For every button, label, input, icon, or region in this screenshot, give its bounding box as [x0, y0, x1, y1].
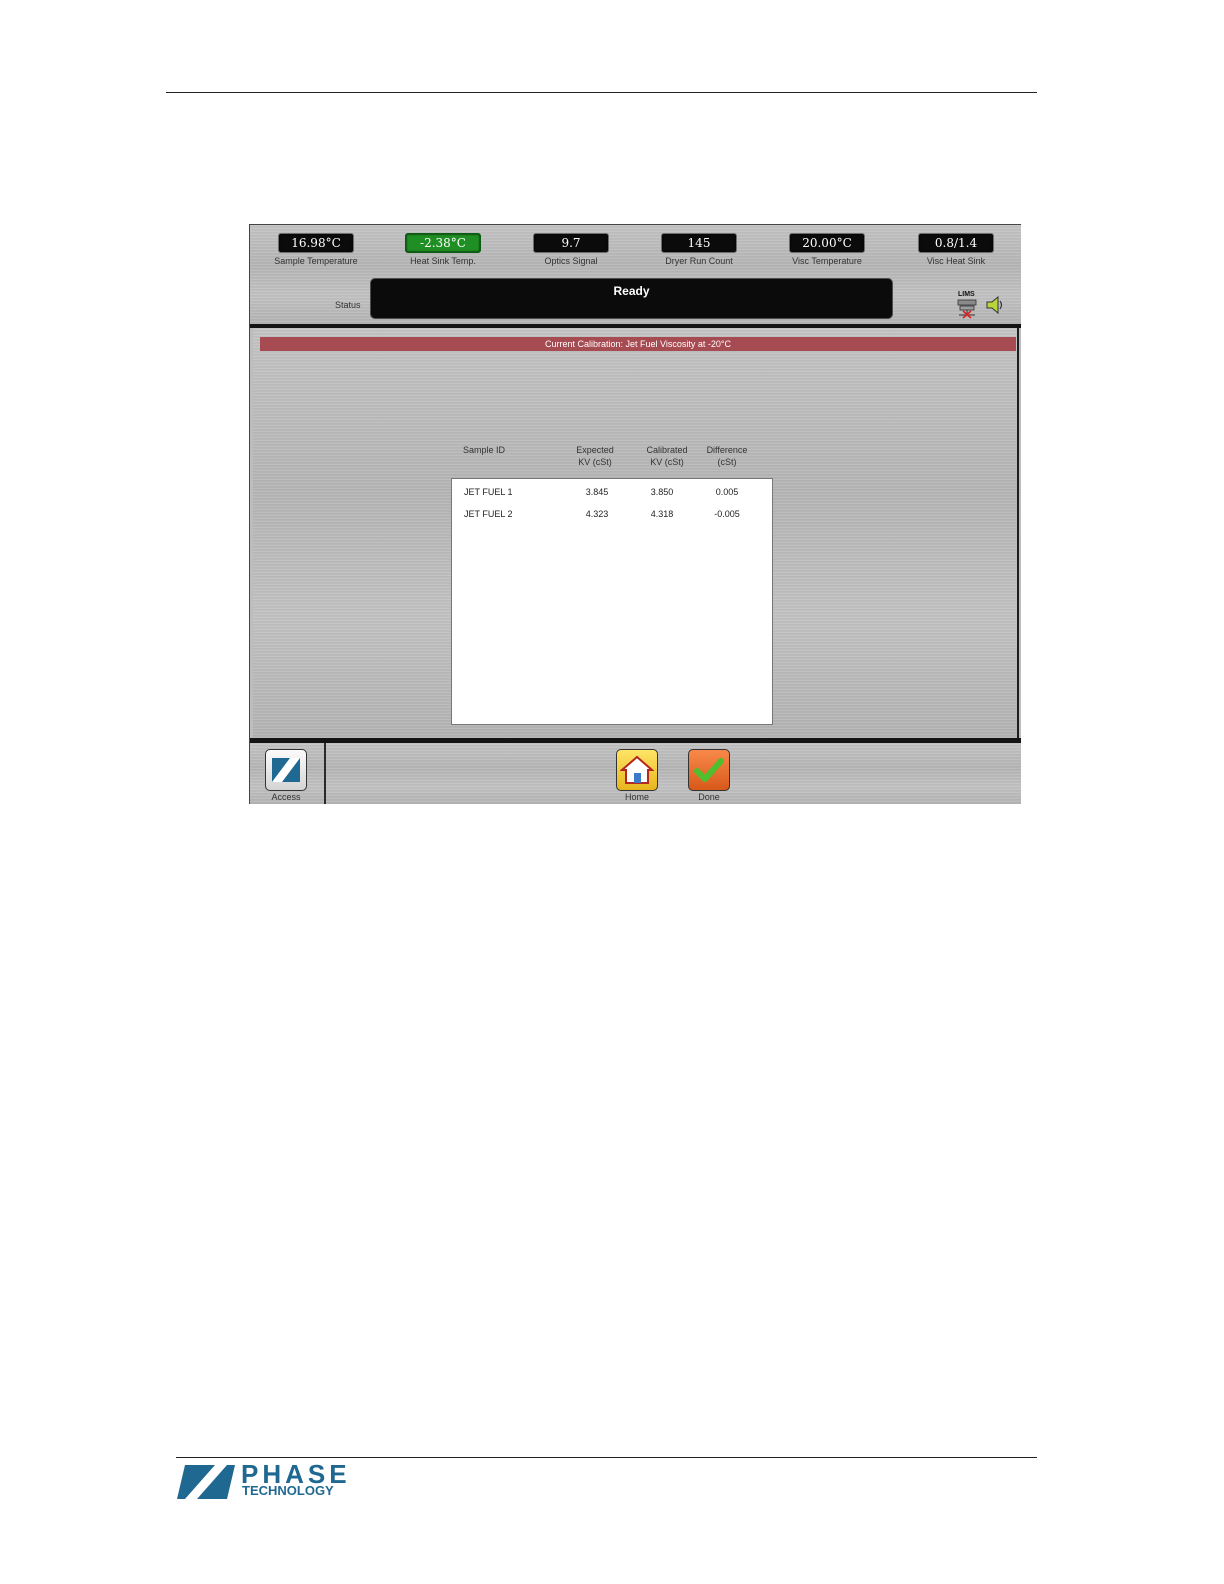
column-header-expected: Expected KV (cSt): [565, 444, 625, 468]
speaker-icon[interactable]: [984, 294, 1006, 316]
gauge-value: 16.98°C: [278, 233, 354, 253]
gauge-dryer-run-count: 145 Dryer Run Count: [649, 233, 749, 266]
header-sample-id-text: Sample ID: [463, 445, 506, 455]
column-header-difference: Difference (cSt): [697, 444, 757, 468]
gauge-label: Sample Temperature: [274, 256, 358, 266]
cell-difference: -0.005: [714, 509, 740, 519]
cell-difference: 0.005: [715, 487, 739, 497]
gauge-value: 20.00°C: [789, 233, 865, 253]
cell-expected: 3.845: [585, 487, 609, 497]
gauge-visc-heat-sink: 0.8/1.4 Visc Heat Sink: [906, 233, 1006, 266]
lims-disconnected-icon[interactable]: LIMS: [953, 291, 981, 319]
instrument-screen: 16.98°C Sample Temperature -2.38°C Heat …: [249, 224, 1021, 804]
footer-separator: [324, 743, 326, 804]
done-label: Done: [698, 792, 720, 802]
cell-expected: 4.323: [585, 509, 609, 519]
phase-technology-logo: PHASE TECHNOLOGY: [177, 1460, 357, 1503]
table-row[interactable]: JET FUEL 1 3.845 3.850 0.005: [452, 487, 772, 503]
access-button[interactable]: Access: [263, 749, 309, 802]
cell-sample-id: JET FUEL 2: [464, 509, 513, 519]
gauge-label: Optics Signal: [544, 256, 598, 266]
gauge-sample-temperature: 16.98°C Sample Temperature: [266, 233, 366, 266]
access-label: Access: [271, 792, 301, 802]
gauge-value: -2.38°C: [405, 233, 481, 253]
gauge-label: Heat Sink Temp.: [410, 256, 476, 266]
header-difference-line1: Difference: [706, 445, 748, 455]
status-label: Status: [335, 300, 361, 310]
gauge-visc-temperature: 20.00°C Visc Temperature: [777, 233, 877, 266]
table-row[interactable]: JET FUEL 2 4.323 4.318 -0.005: [452, 509, 772, 525]
home-button[interactable]: Home: [614, 749, 660, 802]
status-display: Ready: [370, 278, 893, 319]
header-difference-line2: (cSt): [717, 457, 737, 467]
page-header-rule: [166, 92, 1037, 93]
gauge-label: Visc Heat Sink: [926, 256, 986, 266]
done-button[interactable]: Done: [686, 749, 732, 802]
cell-calibrated: 4.318: [650, 509, 674, 519]
column-header-calibrated: Calibrated KV (cSt): [637, 444, 697, 468]
gauge-value: 145: [661, 233, 737, 253]
lims-label: LIMS: [958, 291, 975, 298]
header-calibrated-line1: Calibrated: [646, 445, 688, 455]
gauge-label: Visc Temperature: [792, 256, 862, 266]
phase-logo-mark-icon: [177, 1465, 235, 1499]
footer-toolbar: Access Home Done: [250, 743, 1021, 804]
checkmark-icon: [688, 749, 730, 791]
home-label: Home: [624, 792, 649, 802]
header-expected-line2: KV (cSt): [578, 457, 612, 467]
column-header-sample-id: Sample ID: [463, 444, 505, 456]
logo-technology-text: TECHNOLOGY: [242, 1483, 334, 1498]
home-icon: [616, 749, 658, 791]
access-logo-icon: [265, 749, 307, 791]
cell-calibrated: 3.850: [650, 487, 674, 497]
gauge-heat-sink-temp: -2.38°C Heat Sink Temp.: [393, 233, 493, 266]
page-footer-rule: [176, 1457, 1037, 1458]
header-calibrated-line2: KV (cSt): [650, 457, 684, 467]
gauge-optics-signal: 9.7 Optics Signal: [521, 233, 621, 266]
cell-sample-id: JET FUEL 1: [464, 487, 513, 497]
status-header: 16.98°C Sample Temperature -2.38°C Heat …: [250, 225, 1021, 325]
gauge-label: Dryer Run Count: [665, 256, 733, 266]
header-expected-line1: Expected: [576, 445, 614, 455]
current-calibration-banner: Current Calibration: Jet Fuel Viscosity …: [260, 337, 1016, 351]
gauge-value: 0.8/1.4: [918, 233, 994, 253]
calibration-results-table[interactable]: JET FUEL 1 3.845 3.850 0.005 JET FUEL 2 …: [451, 478, 773, 725]
gauge-value: 9.7: [533, 233, 609, 253]
calibration-results-panel: Current Calibration: Jet Fuel Viscosity …: [253, 328, 1019, 738]
